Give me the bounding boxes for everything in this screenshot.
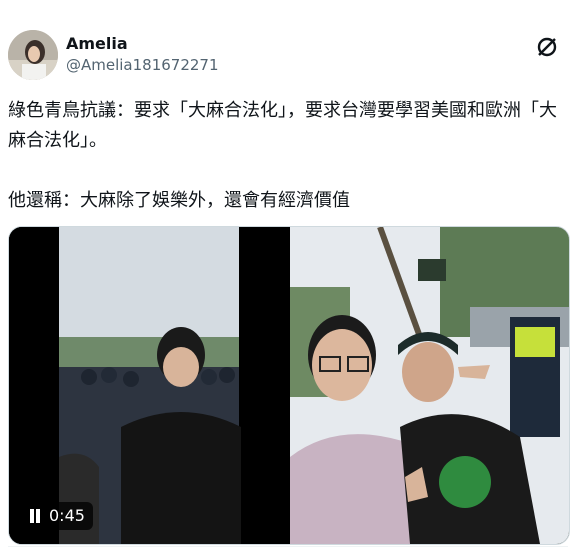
tweet-text: 綠色青鳥抗議：要求「大麻合法化」，要求台灣要學習美國和歐洲「大麻合法化」。 他還… <box>8 100 557 211</box>
author-names: Amelia @Amelia181672271 <box>66 34 219 76</box>
author-avatar[interactable] <box>8 30 58 80</box>
tweet-header: Amelia @Amelia181672271 <box>8 30 578 84</box>
author-display-name[interactable]: Amelia <box>66 34 219 54</box>
video-thumbnail[interactable]: 0:45 <box>9 227 287 544</box>
tweet-divider <box>8 546 568 547</box>
media-grid: 0:45 <box>8 226 570 545</box>
pause-icon[interactable] <box>29 509 41 523</box>
video-duration: 0:45 <box>49 506 85 525</box>
video-duration-badge[interactable]: 0:45 <box>21 502 93 530</box>
x-logo-icon[interactable] <box>534 34 560 60</box>
photo-thumbnail[interactable] <box>290 227 569 544</box>
author-handle[interactable]: @Amelia181672271 <box>66 54 219 76</box>
